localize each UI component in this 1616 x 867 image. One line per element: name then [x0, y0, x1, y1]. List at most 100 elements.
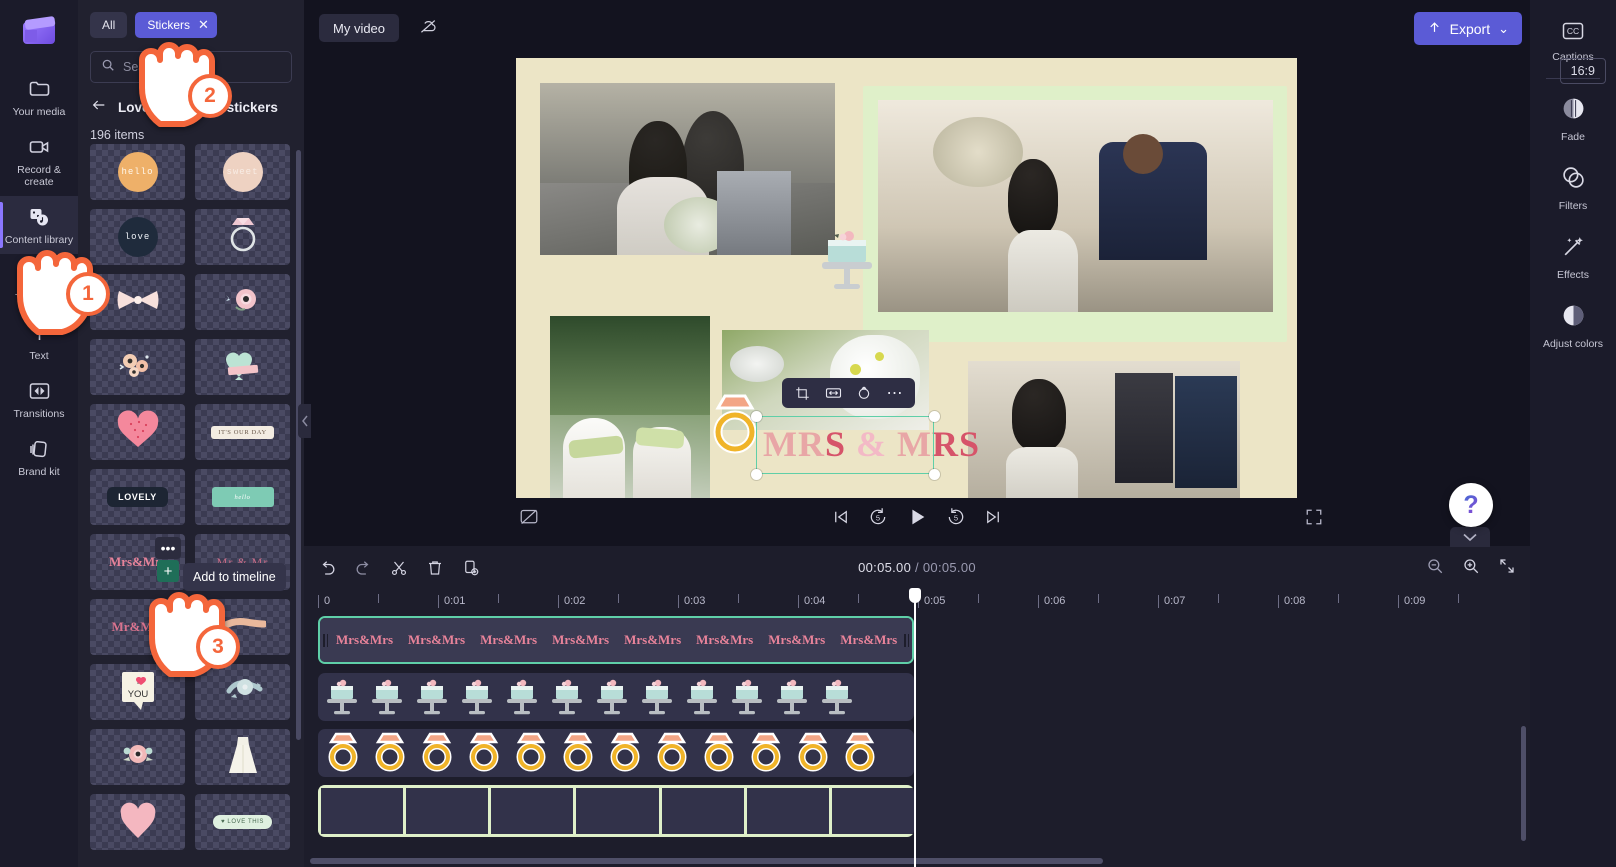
- undo-button[interactable]: [316, 557, 338, 579]
- resize-handle-br[interactable]: [929, 469, 940, 480]
- sticker-tile-mrs-and-mrs[interactable]: Mrs&Mrs ••• +: [90, 534, 185, 590]
- timeline-clip-wedding-cake[interactable]: [318, 673, 914, 721]
- trim-handle-right[interactable]: [901, 618, 912, 662]
- sticker-more-options-button[interactable]: •••: [155, 537, 181, 559]
- crop-icon[interactable]: [788, 381, 816, 405]
- sticker-tile-rose[interactable]: [195, 274, 290, 330]
- video-canvas[interactable]: ⋯ MRS & MRS: [516, 58, 1297, 498]
- cloud-off-icon[interactable]: [417, 16, 440, 41]
- sidebar-item-label: Your media: [12, 106, 66, 118]
- help-button[interactable]: ?: [1449, 483, 1493, 527]
- captions-off-toggle[interactable]: [519, 508, 539, 531]
- arrow-left-icon[interactable]: [90, 97, 108, 118]
- clip-label: Mrs&Mrs: [336, 632, 394, 647]
- ruler-label: 0:03: [678, 595, 705, 608]
- timeline-horizontal-scrollbar[interactable]: [310, 858, 1103, 864]
- sidebar-item-templates[interactable]: Templates: [0, 254, 78, 312]
- playhead-knob[interactable]: [909, 588, 921, 603]
- sticker-tile-diamond-ring[interactable]: [195, 209, 290, 265]
- project-title-tab[interactable]: My video: [319, 14, 400, 42]
- search-box[interactable]: [90, 51, 292, 83]
- sidebar-item-brand-kit[interactable]: Brand kit: [0, 428, 78, 486]
- sticker-tile-sweet[interactable]: sweet: [195, 144, 290, 200]
- sidebar-item-content-library[interactable]: Content library: [0, 196, 78, 255]
- fit-timeline-button[interactable]: [1498, 557, 1516, 580]
- sticker-tile-peach-rose-bunch[interactable]: [90, 729, 185, 785]
- fullscreen-button[interactable]: [1305, 508, 1323, 531]
- duplicate-button[interactable]: [460, 557, 482, 579]
- play-button[interactable]: [906, 506, 928, 528]
- timeline-clip-mrs-and-mrs[interactable]: Mrs&Mrs Mrs&Mrs Mrs&Mrs Mrs&Mrs Mrs&Mrs …: [318, 616, 914, 664]
- sidebar-item-record-create[interactable]: Record & create: [0, 126, 78, 196]
- sidebar-item-your-media[interactable]: Your media: [0, 68, 78, 126]
- trim-handle-left[interactable]: [320, 618, 331, 662]
- chip-stickers[interactable]: Stickers ✕: [135, 12, 217, 38]
- sticker-tile-pink-heart-2[interactable]: [90, 794, 185, 850]
- export-button[interactable]: Export ⌄: [1413, 12, 1522, 45]
- aspect-ratio-button[interactable]: 16:9: [1559, 58, 1606, 84]
- more-options-icon[interactable]: ⋯: [881, 381, 909, 405]
- sticker-art: ♥ LOVE THIS: [212, 815, 273, 829]
- resize-handle-bl[interactable]: [751, 469, 762, 480]
- right-item-fade[interactable]: Fade: [1530, 85, 1616, 154]
- element-toolbar: ⋯: [782, 378, 915, 408]
- sticker-art: hello: [211, 487, 274, 507]
- search-icon: [101, 58, 115, 77]
- timeline-clip-ring[interactable]: [318, 729, 914, 777]
- right-item-filters[interactable]: Filters: [1530, 154, 1616, 223]
- resize-handle-tl[interactable]: [751, 411, 762, 422]
- svg-text:5: 5: [954, 513, 958, 522]
- sticker-tile-mr-and-mrs[interactable]: Mr&Mrs: [90, 599, 185, 655]
- delete-button[interactable]: [424, 557, 446, 579]
- rewind-5-button[interactable]: 5: [868, 507, 888, 527]
- sticker-tile-blue-bouquet[interactable]: [195, 664, 290, 720]
- timeline-zoom-controls: [1426, 557, 1516, 580]
- sidebar-item-label: Content library: [4, 234, 74, 247]
- rotate-icon[interactable]: [850, 381, 878, 405]
- right-item-adjust-colors[interactable]: Adjust colors: [1530, 292, 1616, 361]
- collapse-preview-chevron[interactable]: [1450, 527, 1490, 547]
- panel-scrollbar[interactable]: [296, 150, 301, 740]
- ruler-tick: [738, 594, 739, 603]
- sidebar-item-text[interactable]: Text: [0, 312, 78, 370]
- add-to-timeline-button[interactable]: +: [157, 560, 179, 582]
- close-icon[interactable]: ✕: [198, 17, 209, 33]
- sticker-tile-mint-label[interactable]: hello: [195, 469, 290, 525]
- sticker-tile-love-this-tag[interactable]: ♥ LOVE THIS: [195, 794, 290, 850]
- zoom-in-button[interactable]: [1462, 557, 1480, 580]
- zoom-out-button[interactable]: [1426, 557, 1444, 580]
- right-item-effects[interactable]: Effects: [1530, 223, 1616, 292]
- track-row-mrs-and-mrs: Mrs&Mrs Mrs&Mrs Mrs&Mrs Mrs&Mrs Mrs&Mrs …: [318, 616, 918, 664]
- skip-to-start-button[interactable]: [832, 508, 850, 526]
- timeline-ruler[interactable]: 0 0:01 0:02 0:03 0:04 0:05 0:06 0:07 0:0…: [318, 592, 1530, 614]
- redo-button[interactable]: [352, 557, 374, 579]
- collapse-panel-button[interactable]: [298, 404, 311, 438]
- fit-icon[interactable]: [819, 381, 847, 405]
- playhead[interactable]: [909, 588, 921, 867]
- sticker-tile-love[interactable]: love: [90, 209, 185, 265]
- sticker-tile-pink-heart[interactable]: [90, 404, 185, 460]
- ruler-tick: [1338, 594, 1339, 603]
- sticker-tile-hello[interactable]: hello: [90, 144, 185, 200]
- resize-handle-tr[interactable]: [929, 411, 940, 422]
- transitions-icon: [27, 379, 52, 403]
- split-button[interactable]: [388, 557, 410, 579]
- sticker-tile-its-our-day[interactable]: IT'S OUR DAY: [195, 404, 290, 460]
- sticker-tile-happy-day-heart[interactable]: [195, 339, 290, 395]
- forward-5-button[interactable]: 5: [946, 507, 966, 527]
- skip-to-end-button[interactable]: [984, 508, 1002, 526]
- sticker-tile-floral-bunch[interactable]: [90, 339, 185, 395]
- search-input[interactable]: [123, 60, 281, 74]
- chip-all[interactable]: All: [90, 12, 128, 38]
- sidebar-item-transitions[interactable]: Transitions: [0, 370, 78, 428]
- clipchamp-logo[interactable]: [19, 14, 59, 54]
- timeline-clip-video[interactable]: [318, 785, 914, 837]
- sticker-tile-i-love-you[interactable]: I YOU: [90, 664, 185, 720]
- sidebar-item-label: Brand kit: [18, 466, 60, 479]
- sticker-tile-lovely[interactable]: LOVELY: [90, 469, 185, 525]
- track-row-wedding-cake: [318, 673, 918, 721]
- current-time: 00:05.00: [858, 560, 912, 575]
- coachmark-badge-1: 1: [66, 272, 110, 316]
- sticker-tile-wedding-dress[interactable]: [195, 729, 290, 785]
- timeline-vertical-scrollbar[interactable]: [1521, 726, 1526, 841]
